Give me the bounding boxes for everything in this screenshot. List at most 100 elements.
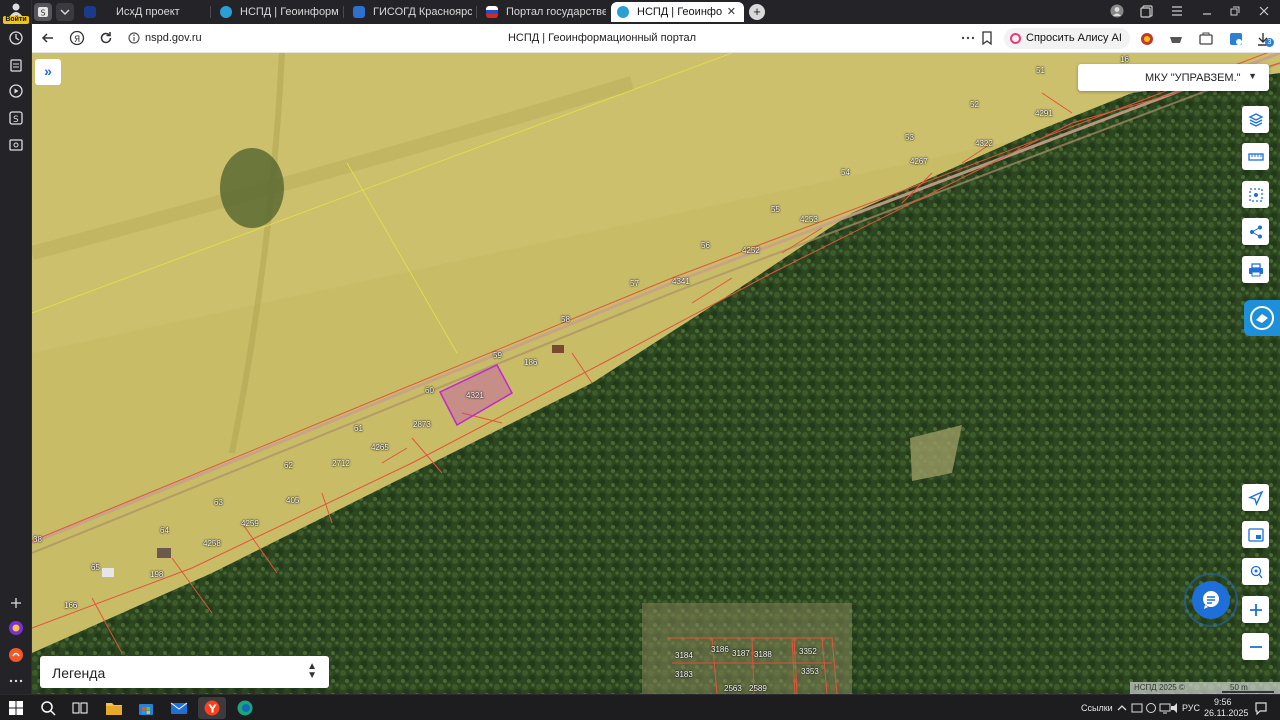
collections-icon[interactable] (1139, 4, 1155, 20)
restore-icon[interactable] (1227, 4, 1243, 20)
parcel-label[interactable]: 59 (493, 351, 502, 360)
ask-alice-button[interactable]: Спросить Алису AI (1004, 28, 1130, 49)
back-button[interactable] (40, 30, 56, 46)
parcel-label[interactable]: 3184 (675, 651, 693, 660)
bookmark-icon[interactable] (979, 30, 995, 46)
parcel-label[interactable]: 3186 (711, 645, 729, 654)
more-icon[interactable] (8, 673, 24, 689)
parcel-label[interactable]: 198 (150, 570, 163, 579)
share-button[interactable] (1242, 218, 1269, 245)
minimap-button[interactable] (1242, 521, 1269, 548)
url-text[interactable]: nspd.gov.ru (145, 32, 202, 44)
close-window-icon[interactable] (1256, 4, 1272, 20)
screenshot-icon[interactable] (8, 137, 24, 153)
more-options-icon[interactable] (960, 30, 976, 46)
parcel-label[interactable]: 4253 (800, 215, 818, 224)
add-panel-icon[interactable] (8, 595, 24, 611)
measure-button[interactable] (1242, 143, 1269, 170)
parcel-label[interactable]: 4322 (975, 139, 993, 148)
tab-1[interactable]: ИсхД проект (78, 2, 208, 22)
mail-icon[interactable] (170, 699, 188, 717)
profile-icon[interactable] (1109, 4, 1125, 20)
parcel-label[interactable]: 2563 (724, 684, 742, 693)
search-icon[interactable] (39, 699, 57, 717)
clock-date[interactable]: 26.11.2025 (1204, 708, 1248, 718)
yandex-logo-icon[interactable]: Я (69, 30, 85, 46)
login-button[interactable]: Войти (3, 2, 29, 24)
parcel-label[interactable]: 38 (33, 535, 42, 544)
parcel-label[interactable]: 52 (970, 100, 979, 109)
parcel-label[interactable]: 2712 (332, 459, 350, 468)
map-canvas[interactable]: 16 51 52 4291 53 4322 4267 54 55 4253 56… (32, 53, 1280, 694)
parcel-label[interactable]: 4341 (672, 277, 690, 286)
new-tab-button[interactable]: + (749, 4, 765, 20)
parcel-label[interactable]: 60 (425, 386, 434, 395)
parcel-label[interactable]: 3188 (754, 650, 772, 659)
zoom-out-button[interactable] (1242, 633, 1269, 660)
parcel-label[interactable]: 4291 (1035, 109, 1053, 118)
select-area-button[interactable] (1242, 181, 1269, 208)
tab-groups-icon[interactable]: S (34, 3, 52, 21)
parcel-label[interactable]: 4267 (910, 157, 928, 166)
close-tab-icon[interactable]: ✕ (727, 5, 736, 18)
parcel-label[interactable]: 55 (771, 205, 780, 214)
parcel-label[interactable]: 4258 (203, 539, 221, 548)
parcel-label[interactable]: 53 (905, 133, 914, 142)
parcel-label[interactable]: 2873 (413, 420, 431, 429)
cadastral-tool-button[interactable] (1244, 300, 1280, 336)
parcel-label[interactable]: 186 (524, 358, 537, 367)
tab-4[interactable]: Портал государственных услуг (480, 2, 606, 22)
site-info-icon[interactable] (126, 30, 142, 46)
layers-button[interactable] (1242, 106, 1269, 133)
services-icon[interactable]: S (8, 110, 24, 126)
notes-icon[interactable] (8, 57, 24, 73)
extension-4-icon[interactable] (1229, 32, 1243, 46)
tab-3[interactable]: ГИСОГД Красноярского края (347, 2, 472, 22)
parcel-label[interactable]: 62 (284, 461, 293, 470)
parcel-label[interactable]: 54 (841, 168, 850, 177)
organization-select[interactable]: МКУ "УПРАВЗЕМ." ▼ (1078, 64, 1269, 91)
history-icon[interactable] (8, 30, 24, 46)
parcel-label[interactable]: 16 (1120, 55, 1129, 64)
task-view-icon[interactable] (71, 699, 89, 717)
minimize-icon[interactable] (1199, 4, 1215, 20)
reload-button[interactable] (98, 30, 114, 46)
extension-2-icon[interactable] (1169, 32, 1183, 46)
alice-app-icon[interactable] (8, 620, 24, 636)
tab-5-active[interactable]: НСПД | Геоинформационный портал ✕ (611, 2, 744, 22)
store-icon[interactable] (137, 699, 155, 717)
search-location-button[interactable] (1242, 558, 1269, 585)
file-explorer-icon[interactable] (105, 699, 123, 717)
print-button[interactable] (1242, 256, 1269, 283)
parcel-label[interactable]: 4259 (241, 519, 259, 528)
parcel-label[interactable]: 3352 (799, 647, 817, 656)
extension-3-icon[interactable] (1199, 32, 1213, 46)
parcel-label[interactable]: 57 (630, 279, 639, 288)
parcel-label[interactable]: 3187 (732, 649, 750, 658)
extension-1-icon[interactable] (1140, 32, 1154, 46)
notifications-icon[interactable] (1252, 699, 1270, 717)
parcel-label[interactable]: 61 (354, 424, 363, 433)
parcel-label[interactable]: 64 (160, 526, 169, 535)
parcel-label[interactable]: 2589 (749, 684, 767, 693)
windows-start-icon[interactable] (7, 699, 25, 717)
chat-assistant-button[interactable] (1184, 573, 1238, 627)
expand-panel-button[interactable]: » (35, 59, 61, 85)
market-app-icon[interactable] (8, 647, 24, 663)
parcel-label[interactable]: 3183 (675, 670, 693, 679)
links-toolbar-label[interactable]: Ссылки (1081, 703, 1113, 713)
downloads-icon[interactable]: 3 (1256, 32, 1276, 47)
selected-parcel-label[interactable]: 4321 (466, 391, 484, 400)
clock-time[interactable]: 9:56 (1214, 697, 1232, 707)
parcel-label[interactable]: 4265 (371, 443, 389, 452)
zoom-in-button[interactable] (1242, 596, 1269, 623)
tabs-menu-chevron-icon[interactable] (56, 3, 74, 21)
parcel-label[interactable]: 166 (64, 601, 77, 610)
edge-browser-icon[interactable] (236, 699, 254, 717)
parcel-label[interactable]: 65 (91, 563, 100, 572)
parcel-label[interactable]: 58 (561, 315, 570, 324)
parcel-label[interactable]: 51 (1036, 66, 1045, 75)
parcel-label[interactable]: 405 (286, 496, 299, 505)
legend-panel[interactable]: Легенда ▲ ▼ (40, 656, 329, 688)
locate-button[interactable] (1242, 484, 1269, 511)
